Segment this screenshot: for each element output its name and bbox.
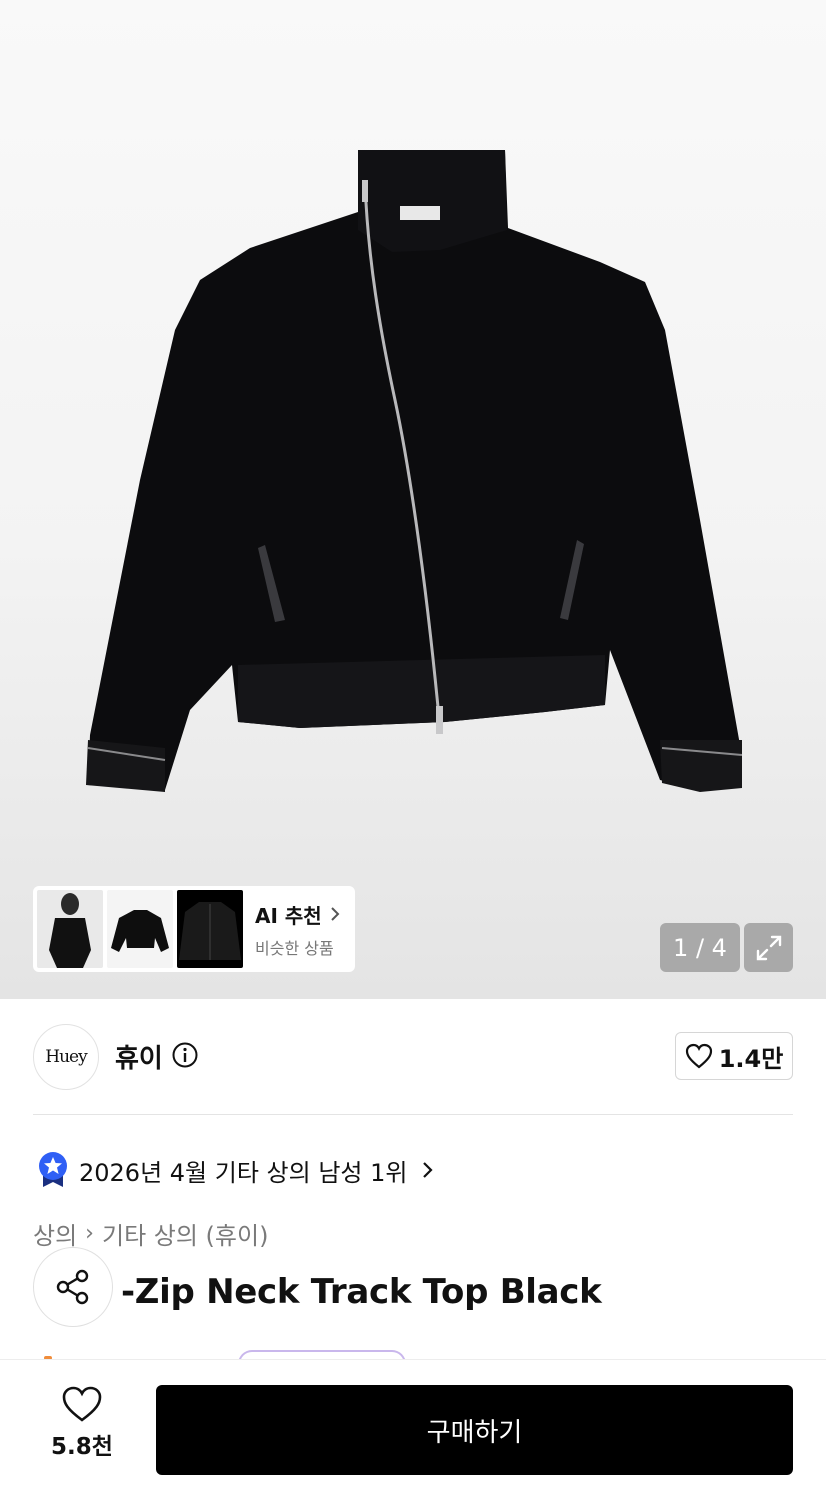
- brand-logo-text: Huey: [45, 1047, 87, 1067]
- product-image-gallery[interactable]: AI 추천 비슷한 상품 1 / 4: [0, 0, 826, 999]
- thumbnail-product-dark[interactable]: [177, 890, 243, 968]
- product-title: -Zip Neck Track Top Black: [33, 1272, 602, 1312]
- wishlist-button[interactable]: 5.8천: [40, 1385, 124, 1475]
- wishlist-count: 5.8천: [51, 1434, 113, 1460]
- chevron-right-icon: [330, 907, 340, 921]
- divider: [33, 1114, 793, 1115]
- chevron-right-icon: [423, 1162, 434, 1178]
- breadcrumb-subcategory[interactable]: 기타 상의 (휴이): [102, 1216, 268, 1251]
- heart-icon: [685, 1043, 712, 1069]
- share-icon: [56, 1269, 89, 1305]
- star-badge-icon: [39, 1152, 67, 1187]
- buy-button[interactable]: 구매하기: [156, 1385, 793, 1475]
- brand-like-count: 1.4만: [718, 1044, 784, 1073]
- ranking-link[interactable]: 2026년 4월 기타 상의 남성 1위: [37, 1150, 435, 1190]
- product-image: [86, 150, 743, 792]
- ai-recommend-title: AI 추천: [255, 900, 342, 929]
- brand-logo[interactable]: Huey: [33, 1024, 99, 1090]
- brand-row: Huey 휴이 1.4만: [33, 1024, 793, 1090]
- ai-recommend-subtitle: 비슷한 상품: [255, 938, 334, 958]
- ai-recommend-link[interactable]: AI 추천 비슷한 상품: [255, 900, 342, 959]
- heart-icon: [62, 1386, 102, 1422]
- ai-recommend-title-text: AI 추천: [255, 903, 322, 928]
- info-icon[interactable]: [171, 1041, 199, 1069]
- breadcrumb-category[interactable]: 상의: [33, 1216, 77, 1251]
- brand-name[interactable]: 휴이: [115, 1038, 163, 1075]
- share-button[interactable]: [33, 1247, 113, 1327]
- thumbnail-strip: AI 추천 비슷한 상품: [33, 886, 355, 972]
- expand-button[interactable]: [744, 923, 793, 972]
- expand-icon: [756, 935, 781, 960]
- chevron-right-icon: ›: [85, 1221, 94, 1246]
- image-counter: 1 / 4: [660, 923, 740, 972]
- ranking-text: 2026년 4월 기타 상의 남성 1위: [79, 1158, 408, 1187]
- product-title-text: -Zip Neck Track Top Black: [121, 1272, 602, 1312]
- thumbnail-model-photo[interactable]: [37, 890, 103, 968]
- breadcrumb: 상의 › 기타 상의 (휴이): [33, 1216, 268, 1251]
- brand-like-button[interactable]: 1.4만: [675, 1032, 793, 1080]
- thumbnail-product-front[interactable]: [107, 890, 173, 968]
